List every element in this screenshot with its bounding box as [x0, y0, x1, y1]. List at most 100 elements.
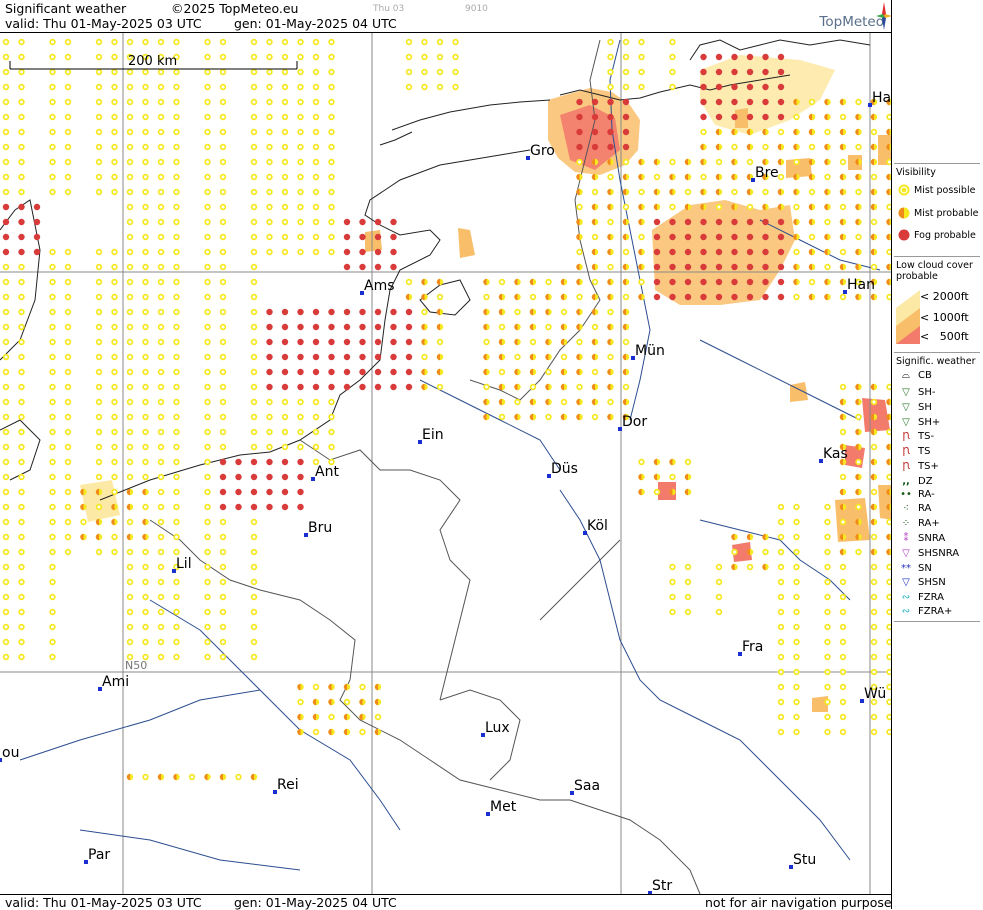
- mist-possible-icon: [498, 368, 506, 376]
- mist-possible-icon: [49, 503, 56, 511]
- fog-probable-icon: [700, 248, 707, 256]
- mist-possible-icon: [157, 503, 165, 511]
- mist-probable-icon: [359, 713, 366, 721]
- mist-possible-icon: [266, 428, 273, 436]
- mist-possible-icon: [312, 248, 320, 256]
- mist-possible-icon: [219, 548, 227, 556]
- mist-possible-icon: [142, 143, 149, 151]
- mist-possible-icon: [126, 173, 134, 181]
- mist-possible-icon: [126, 353, 134, 361]
- mist-probable-icon: [808, 158, 816, 166]
- mist-possible-icon: [250, 263, 258, 271]
- mist-possible-icon: [142, 773, 149, 781]
- fog-probable-icon: [235, 473, 242, 481]
- fog-probable-icon: [281, 503, 289, 511]
- fog-probable-icon: [607, 113, 614, 121]
- mist-possible-icon: [142, 428, 149, 436]
- mist-possible-icon: [126, 473, 134, 481]
- mist-possible-icon: [173, 323, 180, 331]
- compass-icon: [876, 2, 892, 30]
- fog-probable-icon: [18, 218, 25, 226]
- mist-possible-icon: [157, 143, 165, 151]
- mist-possible-icon: [111, 248, 118, 256]
- mist-probable-icon: [343, 728, 351, 736]
- mist-possible-icon: [297, 188, 304, 196]
- mist-possible-icon: [2, 533, 10, 541]
- mist-probable-icon: [560, 293, 568, 301]
- mist-probable-icon: [870, 518, 878, 526]
- mist-probable-icon: [560, 278, 568, 286]
- mist-possible-icon: [312, 683, 320, 691]
- mist-possible-icon: [855, 413, 862, 421]
- mist-possible-icon: [64, 458, 72, 466]
- mist-possible-icon: [18, 548, 25, 556]
- mist-possible-icon: [64, 248, 72, 256]
- mist-possible-icon: [266, 203, 273, 211]
- mist-possible-icon: [2, 278, 10, 286]
- mist-possible-icon: [157, 173, 165, 181]
- weather-map[interactable]: 200 km N50 Ha Gro Bre Ams Han Mün Dor Ein Ant Düs…: [0, 33, 892, 894]
- mist-possible-icon: [64, 473, 72, 481]
- mist-possible-icon: [436, 38, 444, 46]
- mist-possible-icon: [49, 428, 56, 436]
- legend-divider: [894, 621, 980, 622]
- mist-possible-icon: [64, 188, 72, 196]
- mist-possible-icon: [328, 113, 335, 121]
- mist-possible-icon: [545, 323, 552, 331]
- mist-possible-icon: [49, 638, 56, 646]
- mist-possible-icon: [2, 263, 10, 271]
- mist-possible-icon: [898, 184, 910, 196]
- mist-possible-icon: [266, 53, 273, 61]
- mist-probable-icon: [777, 188, 785, 196]
- mist-possible-icon: [591, 233, 599, 241]
- mist-probable-icon: [498, 398, 506, 406]
- mist-probable-icon: [762, 128, 769, 136]
- mist-possible-icon: [2, 128, 10, 136]
- legend-wx-sh: SH: [918, 402, 932, 413]
- mist-possible-icon: [2, 53, 10, 61]
- fog-probable-icon: [2, 218, 10, 226]
- mist-probable-icon: [607, 188, 614, 196]
- mist-possible-icon: [126, 188, 134, 196]
- mist-possible-icon: [173, 548, 180, 556]
- mist-possible-icon: [126, 608, 134, 616]
- fog-probable-icon: [777, 113, 785, 121]
- mist-possible-icon: [219, 38, 227, 46]
- mist-possible-icon: [204, 173, 211, 181]
- mist-possible-icon: [49, 113, 56, 121]
- mist-possible-icon: [204, 518, 211, 526]
- mist-probable-icon: [808, 173, 816, 181]
- fog-probable-icon: [591, 98, 599, 106]
- mist-possible-icon: [824, 533, 831, 541]
- mist-possible-icon: [157, 98, 165, 106]
- mist-possible-icon: [870, 128, 878, 136]
- fog-probable-icon: [653, 233, 661, 241]
- mist-possible-icon: [173, 578, 180, 586]
- mist-probable-icon: [591, 263, 599, 271]
- mist-possible-icon: [219, 443, 227, 451]
- mist-possible-icon: [839, 428, 847, 436]
- mist-possible-icon: [204, 563, 211, 571]
- fog-probable-icon: [746, 293, 754, 301]
- mist-probable-icon: [591, 173, 599, 181]
- mist-possible-icon: [173, 278, 180, 286]
- mist-probable-icon: [405, 293, 413, 301]
- mist-possible-icon: [219, 653, 227, 661]
- mist-possible-icon: [126, 203, 134, 211]
- mist-possible-icon: [95, 338, 103, 346]
- mist-probable-icon: [870, 203, 878, 211]
- mist-possible-icon: [173, 248, 180, 256]
- mist-possible-icon: [421, 308, 428, 316]
- mist-possible-icon: [173, 413, 180, 421]
- fog-probable-icon: [746, 218, 754, 226]
- mist-possible-icon: [219, 53, 227, 61]
- mist-possible-icon: [808, 98, 816, 106]
- fog-probable-icon: [374, 233, 382, 241]
- mist-possible-icon: [281, 428, 289, 436]
- mist-possible-icon: [2, 548, 10, 556]
- mist-possible-icon: [684, 608, 692, 616]
- mist-possible-icon: [49, 188, 56, 196]
- mist-possible-icon: [793, 638, 800, 646]
- mist-probable-icon: [514, 293, 521, 301]
- mist-probable-icon: [622, 173, 630, 181]
